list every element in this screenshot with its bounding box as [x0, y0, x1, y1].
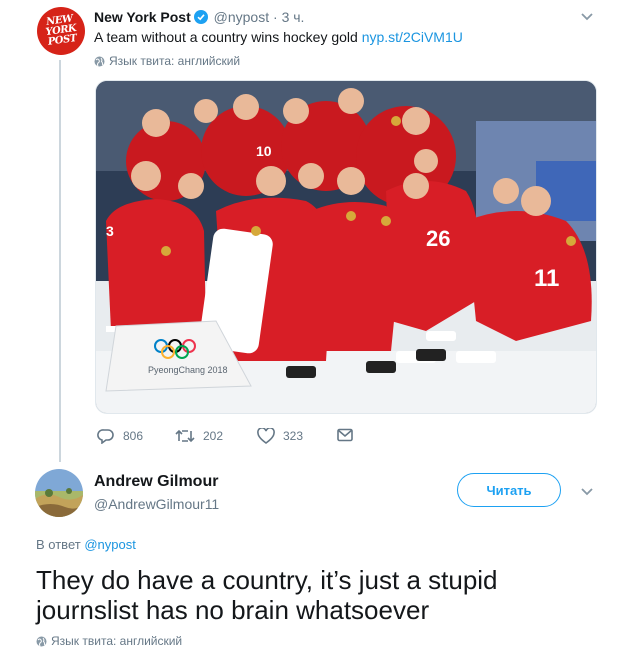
jersey-number: 11	[534, 265, 559, 292]
language-label: Язык твита: английский	[51, 634, 183, 648]
tweet-photo[interactable]: 89 26 11 10 3 PyeongChang 2018	[95, 80, 597, 414]
jersey-number: 26	[426, 226, 450, 251]
tweet-link[interactable]: nyp.st/2CiVM1U	[362, 29, 463, 45]
reply-prefix: В ответ	[36, 537, 81, 552]
andrew-avatar[interactable]	[35, 469, 83, 517]
reply-action[interactable]: 806	[97, 428, 143, 444]
language-label: Язык твита: английский	[109, 54, 241, 68]
tweet-header: New York Post @nypost · 3 ч.	[94, 8, 304, 26]
message-action[interactable]	[337, 428, 361, 442]
chevron-down-icon[interactable]	[580, 487, 594, 497]
jersey-number: 89	[241, 241, 265, 266]
thread-line	[59, 60, 61, 462]
message-icon	[337, 428, 353, 442]
tweet-language: Язык твита: английский	[36, 634, 182, 648]
nypost-logo: NEW YORK POST	[44, 13, 78, 48]
like-action[interactable]: 323	[257, 428, 303, 444]
like-count: 323	[283, 429, 304, 443]
chevron-down-icon[interactable]	[580, 12, 594, 22]
globe-icon	[94, 56, 105, 67]
author-handle[interactable]: @AndrewGilmour11	[94, 496, 219, 512]
reply-context: В ответ @nypost	[36, 537, 136, 552]
jersey-number: 3	[106, 223, 114, 239]
retweet-icon	[175, 429, 195, 443]
reply-count: 806	[123, 429, 144, 443]
retweet-count: 202	[203, 429, 224, 443]
author-handle[interactable]: @nypost	[214, 9, 269, 25]
tweet-time[interactable]: 3 ч.	[282, 9, 305, 25]
reply-handle-link[interactable]: @nypost	[84, 537, 136, 552]
tweet-text-body: A team without a country wins hockey gol…	[94, 29, 358, 45]
author-name[interactable]: Andrew Gilmour	[94, 472, 218, 492]
follow-button[interactable]: Читать	[457, 473, 561, 507]
photo-sign-text: PyeongChang 2018	[148, 365, 228, 375]
tweet-text: A team without a country wins hockey gol…	[94, 28, 463, 46]
separator-dot: ·	[273, 9, 278, 25]
author-name[interactable]: New York Post	[94, 9, 191, 25]
jersey-number: 10	[256, 143, 272, 159]
globe-icon	[36, 636, 47, 647]
like-icon	[257, 428, 275, 444]
retweet-action[interactable]: 202	[175, 428, 223, 444]
verified-icon	[193, 10, 208, 24]
tweet-text: They do have a country, it’s just a stup…	[36, 565, 498, 625]
nypost-avatar[interactable]: NEW YORK POST	[37, 7, 85, 55]
reply-icon	[97, 429, 114, 444]
tweet-language: Язык твита: английский	[94, 54, 240, 68]
